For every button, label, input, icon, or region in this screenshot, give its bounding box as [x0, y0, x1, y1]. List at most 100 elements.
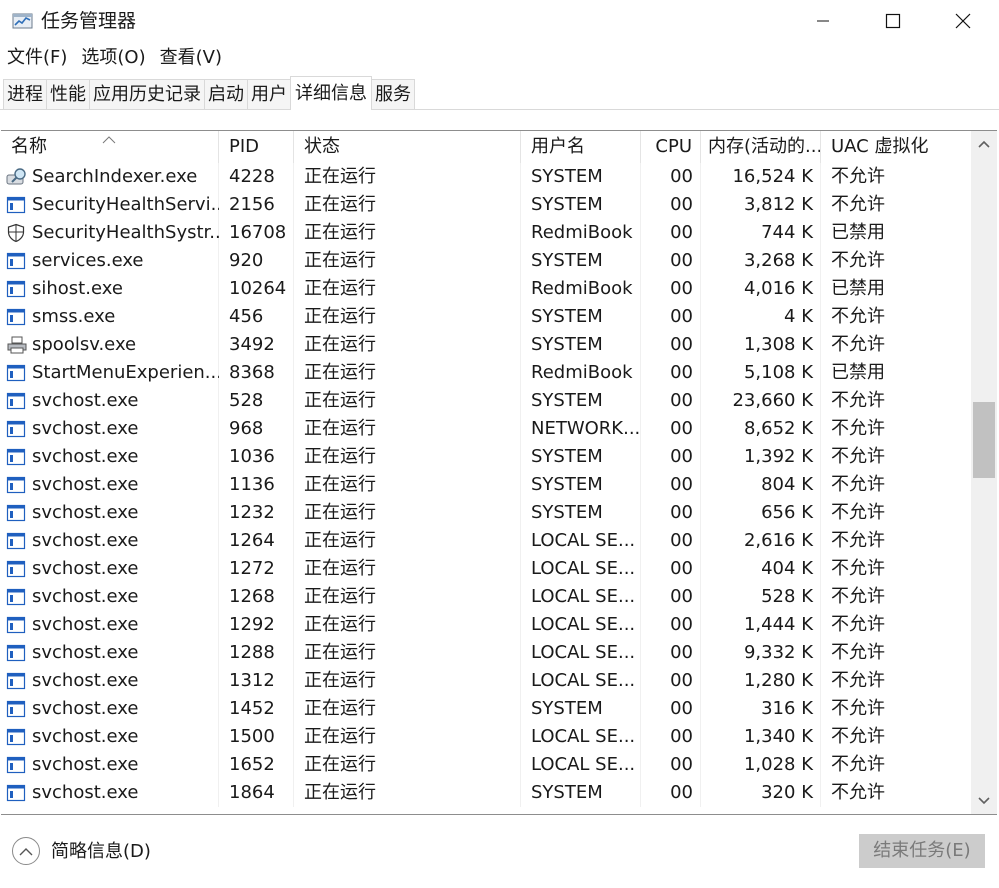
title-bar[interactable]: 任务管理器 [0, 0, 999, 42]
process-pid: 1288 [229, 642, 275, 663]
column-header-cpu[interactable]: CPU [641, 131, 701, 163]
process-memory: 1,280 K [743, 670, 813, 691]
process-username: LOCAL SE... [531, 530, 636, 551]
table-row[interactable]: svchost.exe 1036 正在运行 SYSTEM 00 1,392 K 不允许 [1, 443, 971, 471]
window-title: 任务管理器 [41, 10, 137, 32]
table-row[interactable]: StartMenuExperien... 8368 正在运行 RedmiBook 00 5… [1, 359, 971, 387]
tab-app-history[interactable]: 应用历史记录 [89, 79, 205, 109]
menu-file[interactable]: 文件(F) [0, 44, 74, 72]
process-uac: 不允许 [831, 698, 885, 719]
table-row[interactable]: SecurityHealthSystr... 16708 正在运行 RedmiBook… [1, 219, 971, 247]
scrollbar-thumb[interactable] [973, 402, 995, 478]
table-row[interactable]: svchost.exe 1136 正在运行 SYSTEM 00 804 K 不允许 [1, 471, 971, 499]
tab-performance[interactable]: 性能 [46, 79, 90, 109]
process-pid: 1500 [229, 726, 275, 747]
close-button[interactable] [928, 0, 998, 42]
process-username: LOCAL SE... [531, 558, 636, 579]
table-row[interactable]: spoolsv.exe 3492 正在运行 SYSTEM 00 1,308 K 不允许 [1, 331, 971, 359]
chevron-up-icon [19, 847, 33, 855]
process-uac: 已禁用 [831, 278, 885, 299]
table-row[interactable]: svchost.exe 1232 正在运行 SYSTEM 00 656 K 不允许 [1, 499, 971, 527]
table-row[interactable]: svchost.exe 1312 正在运行 LOCAL SE... 00 1,280 K 不… [1, 667, 971, 695]
fewer-details-toggle[interactable] [12, 837, 40, 865]
process-status: 正在运行 [304, 278, 376, 299]
process-uac: 不允许 [831, 670, 885, 691]
process-name: svchost.exe [32, 614, 139, 635]
column-header-pid[interactable]: PID [219, 131, 294, 163]
process-name: svchost.exe [32, 502, 139, 523]
table-row[interactable]: smss.exe 456 正在运行 SYSTEM 00 4 K 不允许 [1, 303, 971, 331]
column-header-username[interactable]: 用户名 [521, 131, 641, 163]
table-row[interactable]: svchost.exe 1288 正在运行 LOCAL SE... 00 9,332 K 不… [1, 639, 971, 667]
process-status: 正在运行 [304, 670, 376, 691]
process-username: LOCAL SE... [531, 670, 636, 691]
table-row[interactable]: svchost.exe 968 正在运行 NETWORK... 00 8,652 K 不允许 [1, 415, 971, 443]
table-row[interactable]: svchost.exe 528 正在运行 SYSTEM 00 23,660 K 不允许 [1, 387, 971, 415]
process-memory: 23,660 K [732, 390, 813, 411]
table-row[interactable]: svchost.exe 1292 正在运行 LOCAL SE... 00 1,444 K 不… [1, 611, 971, 639]
menu-view[interactable]: 查看(V) [153, 44, 229, 72]
process-pid: 968 [229, 418, 264, 439]
tab-processes[interactable]: 进程 [3, 79, 47, 109]
table-row[interactable]: svchost.exe 1452 正在运行 SYSTEM 00 316 K 不允许 [1, 695, 971, 723]
tab-startup[interactable]: 启动 [204, 79, 248, 109]
process-memory: 2,616 K [743, 530, 813, 551]
tab-services[interactable]: 服务 [371, 79, 415, 109]
table-row[interactable]: SearchIndexer.exe 4228 正在运行 SYSTEM 00 16,524 … [1, 163, 971, 191]
process-cpu: 00 [670, 530, 693, 551]
maximize-button[interactable] [858, 0, 928, 42]
process-memory: 320 K [761, 782, 813, 803]
table-row[interactable]: svchost.exe 1268 正在运行 LOCAL SE... 00 528 K 不允许 [1, 583, 971, 611]
tab-users[interactable]: 用户 [247, 79, 291, 109]
process-cpu: 00 [670, 418, 693, 439]
column-header-status[interactable]: 状态 [294, 131, 521, 163]
table-row[interactable]: svchost.exe 1272 正在运行 LOCAL SE... 00 404 K 不允许 [1, 555, 971, 583]
close-icon [955, 13, 971, 29]
table-row[interactable]: svchost.exe 1864 正在运行 SYSTEM 00 320 K 不允许 [1, 779, 971, 807]
process-status: 正在运行 [304, 530, 376, 551]
process-uac: 不允许 [831, 642, 885, 663]
chevron-down-icon [978, 797, 990, 805]
column-header-name[interactable]: 名称 [1, 131, 219, 163]
fewer-details-label[interactable]: 简略信息(D) [51, 839, 151, 865]
end-task-button[interactable]: 结束任务(E) [859, 834, 985, 868]
process-cpu: 00 [670, 698, 693, 719]
process-pid: 16708 [229, 222, 287, 243]
table-row[interactable]: SecurityHealthServi... 2156 正在运行 SYSTEM 00 3,… [1, 191, 971, 219]
menu-options[interactable]: 选项(O) [74, 44, 152, 72]
process-memory: 804 K [761, 474, 813, 495]
table-row[interactable]: svchost.exe 1500 正在运行 LOCAL SE... 00 1,340 K 不… [1, 723, 971, 751]
column-header-uac[interactable]: UAC 虚拟化 [821, 131, 971, 163]
process-name: spoolsv.exe [32, 334, 137, 355]
process-memory: 16,524 K [732, 166, 813, 187]
minimize-button[interactable] [788, 0, 858, 42]
process-status: 正在运行 [304, 194, 376, 215]
process-status: 正在运行 [304, 474, 376, 495]
process-username: SYSTEM [531, 390, 603, 411]
process-memory: 404 K [761, 558, 813, 579]
scroll-up-button[interactable] [971, 131, 997, 157]
process-cpu: 00 [670, 614, 693, 635]
process-cpu: 00 [670, 586, 693, 607]
column-header-memory[interactable]: 内存(活动的... [701, 131, 821, 163]
process-pid: 1268 [229, 586, 275, 607]
process-uac: 不允许 [831, 474, 885, 495]
process-uac: 不允许 [831, 614, 885, 635]
table-row[interactable]: services.exe 920 正在运行 SYSTEM 00 3,268 K 不允许 [1, 247, 971, 275]
scroll-down-button[interactable] [971, 788, 997, 814]
table-row[interactable]: svchost.exe 1652 正在运行 LOCAL SE... 00 1,028 K 不… [1, 751, 971, 779]
minimize-icon [817, 20, 829, 22]
process-username: SYSTEM [531, 474, 603, 495]
process-uac: 不允许 [831, 418, 885, 439]
process-cpu: 00 [670, 278, 693, 299]
process-username: LOCAL SE... [531, 726, 636, 747]
process-uac: 不允许 [831, 530, 885, 551]
process-memory: 1,308 K [743, 334, 813, 355]
process-uac: 已禁用 [831, 222, 885, 243]
table-row[interactable]: svchost.exe 1264 正在运行 LOCAL SE... 00 2,616 K 不… [1, 527, 971, 555]
tab-details[interactable]: 详细信息 [290, 76, 372, 110]
process-name: svchost.exe [32, 474, 139, 495]
table-row[interactable]: sihost.exe 10264 正在运行 RedmiBook 00 4,016 K 已禁用 [1, 275, 971, 303]
process-status: 正在运行 [304, 418, 376, 439]
vertical-scrollbar[interactable] [971, 131, 997, 814]
